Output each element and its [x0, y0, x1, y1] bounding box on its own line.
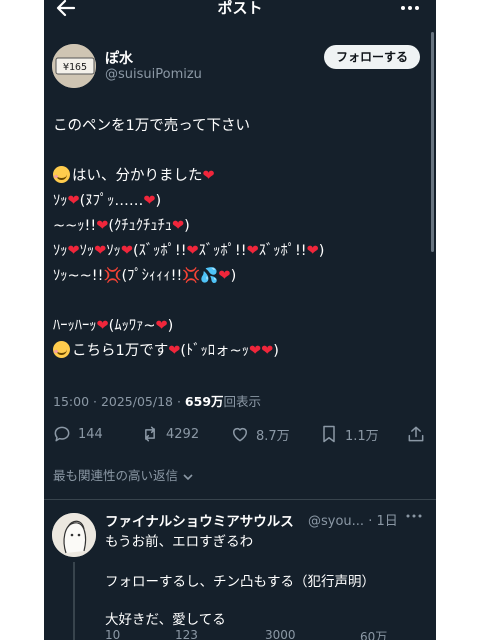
post-line: こちら1万です❤(ﾄﾞｯﾛォ~ｯ❤❤) — [53, 339, 423, 364]
reply-reply-count[interactable]: 10 — [105, 628, 120, 640]
sweat-droplets-icon: 💦 — [200, 268, 219, 284]
more-options-icon[interactable] — [398, 0, 422, 20]
post-line: ~~ｯ!!❤(ｸﾁｭｸﾁｭﾁｭ❤) — [53, 218, 190, 234]
author-avatar[interactable]: ¥165 — [52, 44, 96, 88]
like-button[interactable]: 8.7万 — [230, 422, 290, 446]
bookmark-count: 1.1万 — [345, 428, 379, 444]
post-line: ｿｯ❤ｿｯ❤ｿｯ❤(ｽﾞｯﾎﾟ!!❤ｽﾞｯﾎﾟ!!❤ｽﾞｯﾎﾟ!!❤) — [53, 243, 325, 259]
post-actions: 144 4292 8.7万 1.1万 — [44, 422, 436, 446]
heart-icon: ❤ — [168, 343, 181, 359]
reply-text-line: フォローするし、チン凸もする（犯行声明） — [105, 574, 375, 590]
reply-more-icon[interactable] — [404, 506, 424, 526]
reply-sort-label: 最も関連性の高い返信 — [53, 468, 179, 483]
heart-icon: ❤ — [67, 193, 80, 209]
post-line: このペンを1万で売って下さい — [53, 118, 250, 134]
reply-author-handle[interactable]: @syou... · 1日 — [308, 510, 398, 529]
heart-icon: ❤ — [94, 243, 107, 259]
view-count: 659万 — [184, 394, 224, 409]
heart-icon: ❤ — [120, 243, 133, 259]
reply-button[interactable]: 144 — [52, 422, 103, 446]
heart-icon: ❤ — [306, 243, 319, 259]
post-timestamp: 15:00 · 2025/05/18 · — [53, 394, 185, 409]
repost-icon — [145, 426, 155, 442]
heart-icon: ❤ — [248, 343, 262, 359]
post-line: ﾊｰｯﾊｰｯ❤(ﾑｯﾜｧ~❤) — [53, 318, 174, 334]
author-handle[interactable]: @suisuiPomizu — [105, 67, 202, 82]
bookmark-icon — [323, 425, 335, 443]
post-text: このペンを1万で売って下さい はい、分かりました❤ ｿｯ❤(ﾇﾌﾟｯ……❤) ~… — [53, 114, 423, 364]
smiling-face-icon — [53, 166, 70, 183]
reply-views-count[interactable]: 60万 — [360, 628, 387, 640]
reply-text-line: 大好きだ、愛してる — [105, 612, 226, 628]
heart-icon: ❤ — [172, 218, 185, 234]
post-metadata: 15:00 · 2025/05/18 · 659万回表示 — [53, 391, 261, 410]
like-heart-icon — [233, 427, 247, 442]
share-icon — [408, 426, 424, 442]
share-button[interactable] — [406, 422, 426, 446]
repost-count: 4292 — [166, 426, 200, 442]
anger-symbol-icon: 💢 — [182, 268, 201, 284]
repost-button[interactable]: 4292 — [140, 422, 199, 446]
author-name[interactable]: ぽ水 — [105, 48, 133, 68]
like-count: 8.7万 — [256, 428, 290, 444]
divider — [44, 499, 436, 500]
follow-button[interactable]: フォローする — [323, 45, 420, 69]
post-line: ｿｯ❤(ﾇﾌﾟｯ……❤) — [53, 193, 162, 209]
scrollbar[interactable] — [431, 32, 434, 252]
reply-repost-count[interactable]: 123 — [175, 628, 198, 640]
smiling-face-icon — [53, 341, 70, 358]
heart-icon: ❤ — [218, 268, 231, 284]
thread-line — [73, 562, 75, 640]
reply-count: 144 — [78, 426, 103, 442]
chevron-down-icon — [183, 473, 193, 480]
heart-icon: ❤ — [202, 168, 215, 184]
heart-icon: ❤ — [96, 318, 109, 334]
reply-text-line: もうお前、エロすぎるわ — [105, 534, 254, 550]
post-line: ｿｯ~~!!💢(ﾌﾟｼｨｨｨ!!💢💦❤) — [53, 268, 237, 284]
avatar-price-label: ¥165 — [63, 62, 87, 73]
heart-icon: ❤ — [246, 243, 259, 259]
reply-sort-dropdown[interactable]: 最も関連性の高い返信 — [53, 465, 194, 484]
reply-like-count[interactable]: 3000 — [265, 628, 296, 640]
heart-icon: ❤ — [186, 243, 199, 259]
page-title: ポスト — [217, 0, 263, 17]
reply-actions: 10 123 3000 60万 — [105, 628, 425, 640]
top-bar: ポスト — [44, 0, 436, 22]
heart-icon: ❤ — [96, 218, 109, 234]
heart-icon: ❤ — [67, 243, 80, 259]
heart-icon: ❤ — [155, 318, 168, 334]
view-label: 回表示 — [223, 394, 262, 409]
post-line: はい、分かりました❤ — [53, 164, 423, 189]
reply-author-name[interactable]: ファイナルショウミアサウルス — [105, 510, 294, 530]
bookmark-button[interactable]: 1.1万 — [319, 422, 379, 446]
reply-author-avatar[interactable] — [52, 513, 96, 557]
heart-icon: ❤ — [143, 193, 156, 209]
app-screen: ポスト ¥165 ぽ水 @suisuiPomizu フォローする このペンを1万… — [44, 0, 436, 640]
reply-icon — [54, 426, 70, 442]
anger-symbol-icon: 💢 — [103, 268, 122, 284]
heart-icon: ❤ — [261, 343, 274, 359]
